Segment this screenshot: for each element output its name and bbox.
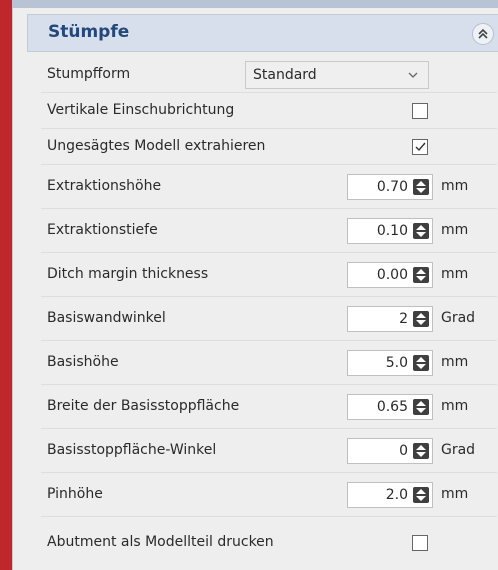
spin-buttons[interactable]	[413, 355, 429, 371]
spin-up-icon[interactable]	[416, 445, 426, 450]
row-breite-basisstoppflaeche: Breite der Basisstoppfläche 0.65 mm	[41, 390, 498, 424]
spin-down-icon[interactable]	[416, 364, 426, 369]
ditch-margin-thickness-unit: mm	[441, 266, 469, 282]
spin-up-icon[interactable]	[416, 489, 426, 494]
pinhoehe-spinbox[interactable]: 2.0	[347, 482, 433, 508]
spin-buttons[interactable]	[413, 487, 429, 503]
basiswandwinkel-spinbox[interactable]: 2	[347, 306, 433, 332]
row-divider	[41, 128, 497, 129]
basiswandwinkel-value: 2	[399, 311, 408, 327]
basisstoppflaeche-winkel-label: Basisstoppfläche-Winkel	[47, 442, 217, 458]
spin-up-icon[interactable]	[416, 401, 426, 406]
row-pinhoehe: Pinhöhe 2.0 mm	[41, 478, 498, 512]
vertikale-einschubrichtung-label: Vertikale Einschubrichtung	[47, 102, 235, 118]
vertikale-einschubrichtung-checkbox[interactable]	[412, 103, 428, 119]
spin-buttons[interactable]	[413, 267, 429, 283]
spin-down-icon[interactable]	[416, 408, 426, 413]
ditch-margin-thickness-value: 0.00	[376, 267, 408, 283]
row-ungesaegtes-modell: Ungesägtes Modell extrahieren	[41, 130, 498, 164]
basishoehe-label: Basishöhe	[47, 354, 119, 370]
row-divider	[41, 296, 497, 297]
spin-up-icon[interactable]	[416, 313, 426, 318]
window-edge-strip	[0, 0, 12, 570]
row-stumpfform: Stumpfform Standard	[41, 58, 498, 92]
basishoehe-value: 5.0	[385, 355, 408, 371]
ungesaegtes-modell-checkbox[interactable]	[412, 139, 428, 155]
row-vertikale-einschubrichtung: Vertikale Einschubrichtung	[41, 94, 498, 128]
basisstoppflaeche-winkel-unit: Grad	[441, 442, 476, 458]
pinhoehe-label: Pinhöhe	[47, 486, 103, 502]
row-divider	[41, 164, 497, 165]
spin-buttons[interactable]	[413, 443, 429, 459]
stumpfform-label: Stumpfform	[47, 66, 131, 82]
row-divider	[41, 92, 497, 93]
spin-buttons[interactable]	[413, 399, 429, 415]
breite-basisstoppflaeche-spinbox[interactable]: 0.65	[347, 394, 433, 420]
abutment-modellteil-checkbox[interactable]	[412, 535, 428, 551]
row-basisstoppflaeche-winkel: Basisstoppfläche-Winkel 0 Grad	[41, 434, 498, 468]
spin-down-icon[interactable]	[416, 452, 426, 457]
spin-down-icon[interactable]	[416, 232, 426, 237]
ungesaegtes-modell-label: Ungesägtes Modell extrahieren	[47, 138, 266, 154]
settings-panel: Stümpfe Stumpfform Standard Vertikale Ei…	[12, 8, 498, 570]
basiswandwinkel-unit: Grad	[441, 310, 476, 326]
basishoehe-unit: mm	[441, 354, 469, 370]
spin-up-icon[interactable]	[416, 181, 426, 186]
row-divider	[41, 384, 497, 385]
ditch-margin-thickness-spinbox[interactable]: 0.00	[347, 262, 433, 288]
row-extraktionstiefe: Extraktionstiefe 0.10 mm	[41, 214, 498, 248]
spin-buttons[interactable]	[413, 223, 429, 239]
basisstoppflaeche-winkel-spinbox[interactable]: 0	[347, 438, 433, 464]
extraktionshoehe-value: 0.70	[376, 179, 408, 195]
collapse-section-button[interactable]	[472, 23, 494, 45]
row-basiswandwinkel: Basiswandwinkel 2 Grad	[41, 302, 498, 336]
extraktionstiefe-unit: mm	[441, 222, 469, 238]
section-header[interactable]: Stümpfe	[27, 14, 498, 52]
extraktionstiefe-spinbox[interactable]: 0.10	[347, 218, 433, 244]
row-divider	[41, 428, 497, 429]
spin-up-icon[interactable]	[416, 357, 426, 362]
basisstoppflaeche-winkel-value: 0	[399, 443, 408, 459]
abutment-modellteil-label: Abutment als Modellteil drucken	[47, 534, 274, 550]
row-extraktionshoehe: Extraktionshöhe 0.70 mm	[41, 170, 498, 204]
spin-buttons[interactable]	[413, 179, 429, 195]
breite-basisstoppflaeche-unit: mm	[441, 398, 469, 414]
spin-up-icon[interactable]	[416, 225, 426, 230]
spin-buttons[interactable]	[413, 311, 429, 327]
spin-up-icon[interactable]	[416, 269, 426, 274]
extraktionstiefe-value: 0.10	[376, 223, 408, 239]
row-divider	[41, 340, 497, 341]
section-title: Stümpfe	[48, 22, 130, 42]
row-divider	[41, 208, 497, 209]
spin-down-icon[interactable]	[416, 188, 426, 193]
stumpfform-select[interactable]: Standard	[245, 61, 429, 89]
row-abutment-modellteil: Abutment als Modellteil drucken	[41, 526, 498, 560]
pinhoehe-value: 2.0	[385, 487, 408, 503]
extraktionstiefe-label: Extraktionstiefe	[47, 222, 158, 238]
breite-basisstoppflaeche-value: 0.65	[376, 399, 408, 415]
spin-down-icon[interactable]	[416, 320, 426, 325]
spin-down-icon[interactable]	[416, 276, 426, 281]
chevron-down-icon	[408, 72, 418, 78]
row-basishoehe: Basishöhe 5.0 mm	[41, 346, 498, 380]
spin-down-icon[interactable]	[416, 496, 426, 501]
window-top-band	[12, 0, 498, 8]
extraktionshoehe-spinbox[interactable]: 0.70	[347, 174, 433, 200]
stumpfform-value: Standard	[253, 67, 317, 83]
checkmark-icon	[415, 142, 426, 152]
row-divider	[41, 472, 497, 473]
pinhoehe-unit: mm	[441, 486, 469, 502]
extraktionshoehe-unit: mm	[441, 178, 469, 194]
row-divider	[41, 252, 497, 253]
chevron-double-up-icon	[478, 28, 488, 39]
basishoehe-spinbox[interactable]: 5.0	[347, 350, 433, 376]
row-divider	[41, 516, 497, 517]
ditch-margin-thickness-label: Ditch margin thickness	[47, 266, 209, 282]
breite-basisstoppflaeche-label: Breite der Basisstoppfläche	[47, 398, 240, 414]
extraktionshoehe-label: Extraktionshöhe	[47, 178, 162, 194]
basiswandwinkel-label: Basiswandwinkel	[47, 310, 166, 326]
row-ditch-margin-thickness: Ditch margin thickness 0.00 mm	[41, 258, 498, 292]
